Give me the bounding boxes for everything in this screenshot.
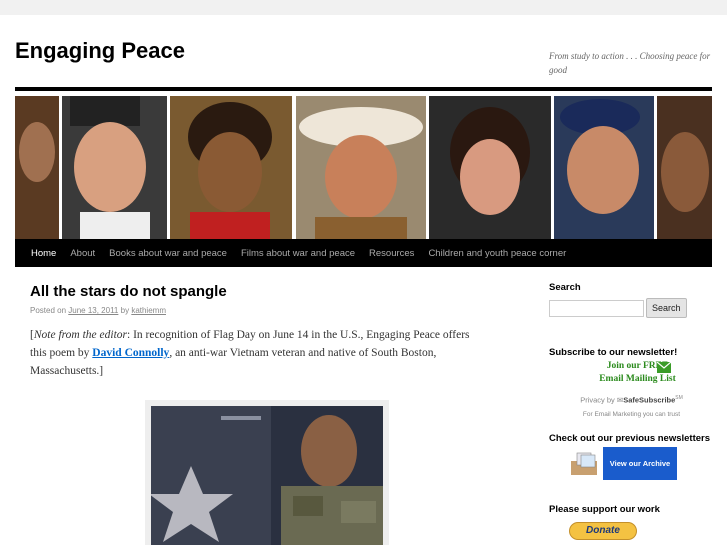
- privacy-line: Privacy by ✉SafeSubscribeSM: [549, 395, 714, 405]
- banner-face-2: [62, 96, 167, 239]
- banner-face-1: [15, 96, 59, 239]
- site-title[interactable]: Engaging Peace: [15, 38, 185, 64]
- archive-widget: Check out our previous newsletters View …: [549, 432, 714, 483]
- banner-face-3: [170, 96, 292, 239]
- banner-face-4: [296, 96, 426, 239]
- author-link-david-connolly[interactable]: David Connolly: [92, 347, 169, 359]
- post-date-link[interactable]: June 13, 2011: [68, 306, 118, 315]
- search-widget-title: Search: [549, 282, 581, 293]
- search-form: Search: [549, 298, 714, 318]
- safesubscribe-sm: SM: [675, 395, 683, 401]
- nav-item-children-youth[interactable]: Children and youth peace corner: [428, 248, 566, 259]
- envelope-icon: [656, 361, 672, 373]
- privacy-by: by: [606, 395, 615, 405]
- newsletter-title: Subscribe to our newsletter!: [549, 347, 678, 358]
- donate-button[interactable]: Donate: [569, 522, 637, 540]
- header-divider: [15, 87, 712, 91]
- nav-item-resources[interactable]: Resources: [369, 248, 414, 259]
- post-meta-by: by: [120, 306, 130, 315]
- banner-face-5: [429, 96, 551, 239]
- sidebar-search: Search Search: [549, 282, 714, 318]
- post-meta-prefix: Posted on: [30, 306, 67, 315]
- nav-item-films[interactable]: Films about war and peace: [241, 248, 355, 259]
- post-image: [145, 400, 389, 545]
- main-navigation: Home About Books about war and peace Fil…: [15, 239, 712, 267]
- support-title: Please support our work: [549, 504, 660, 515]
- search-input[interactable]: [549, 299, 644, 317]
- newsletter-widget: Subscribe to our newsletter! Join our FR…: [549, 347, 714, 418]
- join-line-2: Email Mailing List: [599, 374, 676, 384]
- site-description: From study to action . . . Choosing peac…: [549, 51, 711, 75]
- banner-face-7: [657, 96, 712, 239]
- privacy-link[interactable]: Privacy: [580, 396, 605, 405]
- editor-note-label: Note from the editor: [33, 329, 128, 341]
- post-meta: Posted on June 13, 2011 by kathiemm: [30, 306, 490, 315]
- safesubscribe-logo[interactable]: SafeSubscribe: [623, 396, 675, 405]
- banner-face-6: [554, 96, 654, 239]
- nav-item-books[interactable]: Books about war and peace: [109, 248, 227, 259]
- post-content: All the stars do not spangle Posted on J…: [30, 283, 490, 380]
- nav-item-home[interactable]: Home: [31, 248, 56, 259]
- view-archive-button[interactable]: View our Archive: [603, 447, 677, 480]
- header-banner-image: [15, 92, 712, 239]
- join-line-1: Join our FREE: [606, 361, 669, 371]
- search-button[interactable]: Search: [646, 298, 687, 318]
- support-widget: Please support our work Donate: [549, 504, 714, 540]
- email-marketing-trust: For Email Marketing you can trust: [582, 410, 681, 418]
- post-author-link[interactable]: kathiemm: [131, 306, 166, 315]
- post-title[interactable]: All the stars do not spangle: [30, 283, 490, 300]
- newsletter-stack-icon: [569, 451, 603, 482]
- archive-row: View our Archive: [549, 447, 714, 483]
- join-mailing-list-link[interactable]: Join our FREE Email Mailing List: [549, 360, 714, 386]
- post-intro: [Note from the editor: In recognition of…: [30, 326, 480, 380]
- nav-item-about[interactable]: About: [70, 248, 95, 259]
- archive-title: Check out our previous newsletters: [549, 433, 711, 444]
